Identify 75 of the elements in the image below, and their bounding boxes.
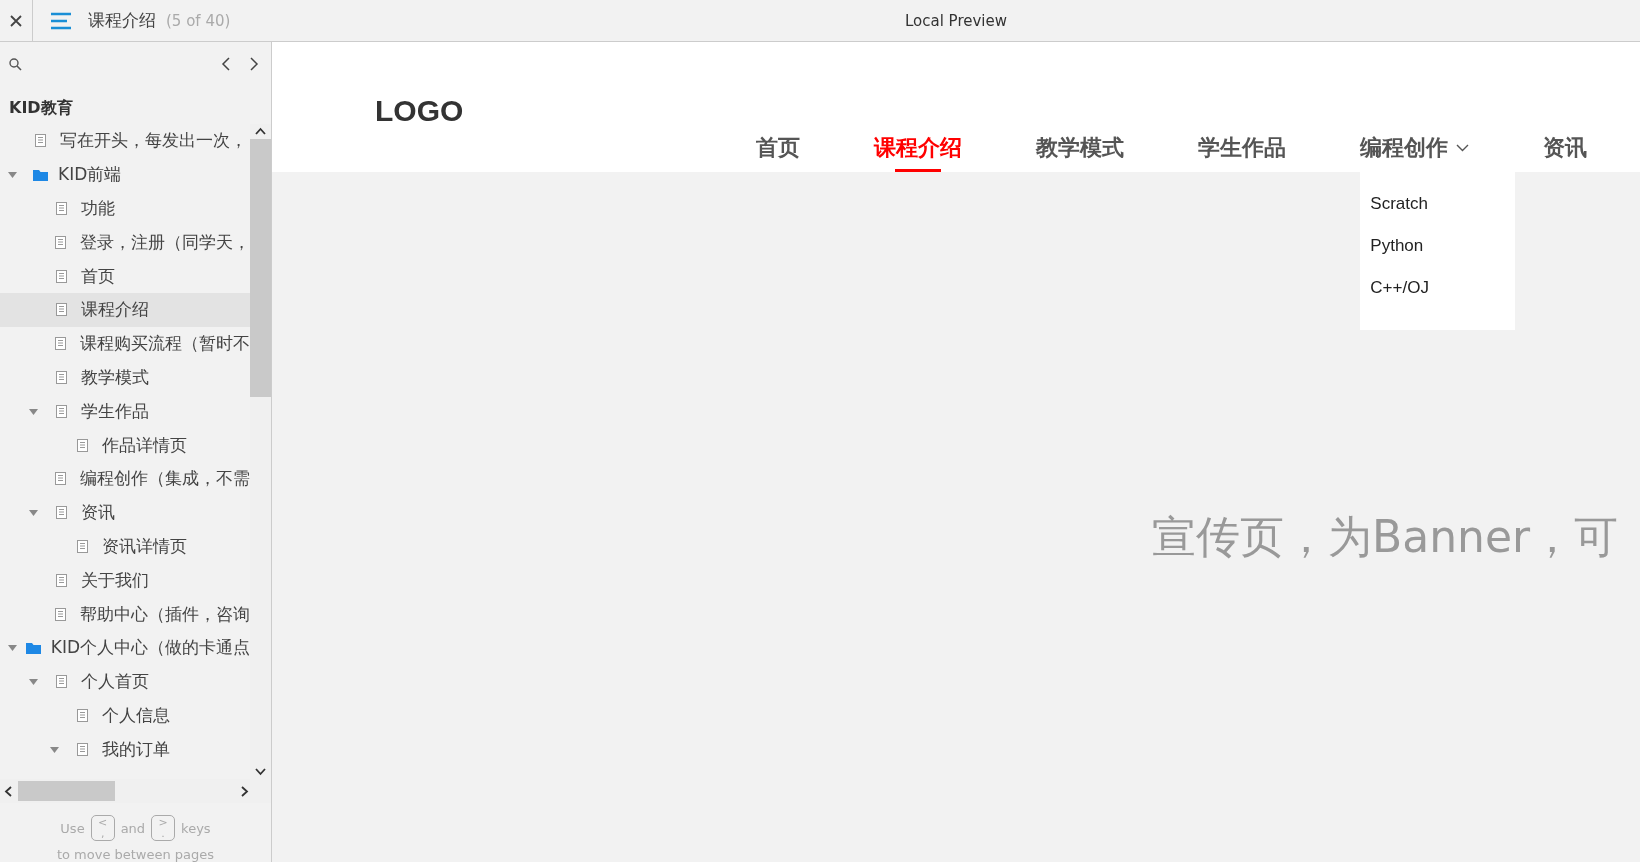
tree-item[interactable]: 课程购买流程（暂时不	[0, 326, 250, 361]
tree-item[interactable]: 我的订单	[0, 732, 250, 767]
close-icon	[10, 14, 22, 27]
dropdown-item[interactable]: Python	[1360, 234, 1516, 276]
page-icon	[55, 337, 66, 351]
page-title: 课程介绍	[88, 9, 156, 32]
tree-item[interactable]: 教学模式	[0, 360, 250, 395]
expand-arrow-icon[interactable]	[29, 508, 38, 518]
tree-item[interactable]: 关于我们	[0, 563, 250, 598]
tree-item[interactable]: 编程创作（集成，不需	[0, 461, 250, 496]
preview-label: Local Preview	[904, 11, 1007, 30]
menu-button[interactable]	[50, 11, 72, 30]
tree-item[interactable]: 登录，注册（同学天，	[0, 225, 250, 260]
keyboard-key: < ,	[90, 815, 115, 841]
tree-item[interactable]: 个人首页	[0, 664, 250, 699]
folder-icon	[25, 641, 41, 654]
page-icon	[56, 370, 67, 384]
keyboard-key: > .	[151, 815, 176, 841]
page-icon	[56, 675, 67, 689]
nav-link[interactable]: 资讯	[1543, 133, 1588, 163]
dropdown-item[interactable]: C++/OJ	[1360, 276, 1516, 318]
page-icon	[77, 438, 88, 452]
page-icon	[55, 607, 66, 621]
tree-item[interactable]: 首页	[0, 259, 250, 293]
page-icon	[56, 269, 67, 283]
nav-link[interactable]: 教学模式	[1036, 133, 1125, 163]
expand-arrow-icon[interactable]	[8, 170, 17, 180]
dropdown-item[interactable]: Scratch	[1360, 192, 1516, 234]
hint-text: to move between pages	[55, 847, 216, 862]
tree-item[interactable]: KID个人中心（做的卡通点	[0, 630, 250, 665]
scroll-up-icon[interactable]	[255, 127, 266, 135]
nav-link[interactable]: 学生作品	[1198, 133, 1287, 163]
page-icon	[56, 573, 67, 587]
expand-arrow-icon[interactable]	[50, 744, 59, 754]
tree-item[interactable]: 作品详情页	[0, 428, 250, 462]
folder-icon	[33, 168, 48, 181]
page-icon	[35, 134, 46, 148]
scroll-right-icon[interactable]	[241, 785, 249, 797]
hint-text: Use	[60, 820, 85, 836]
menu-icon	[50, 11, 72, 30]
tree-item[interactable]: 学生作品	[0, 394, 250, 429]
expand-arrow-icon[interactable]	[8, 643, 17, 653]
tree-item[interactable]: 写在开头，每发出一次，	[0, 124, 250, 158]
page-icon	[55, 235, 66, 249]
scroll-down-icon[interactable]	[255, 768, 266, 776]
page-icon	[56, 404, 67, 418]
tree-item[interactable]: 资讯	[0, 495, 250, 530]
page-icon	[56, 202, 67, 215]
tree-item[interactable]: 课程介绍	[0, 293, 250, 327]
page-counter: (5 of 40)	[166, 11, 231, 30]
tree-item[interactable]: 个人信息	[0, 698, 250, 733]
nav-link[interactable]: 首页	[756, 133, 801, 163]
page-icon	[56, 303, 67, 317]
expand-arrow-icon[interactable]	[29, 406, 38, 416]
page-icon	[77, 708, 88, 722]
tree-item[interactable]: 帮助中心（插件，咨询	[0, 597, 250, 631]
hint-text: keys	[181, 820, 211, 836]
nav-link[interactable]: 课程介绍	[874, 133, 963, 163]
next-page-icon[interactable]	[249, 57, 259, 71]
previous-page-icon[interactable]	[221, 57, 231, 71]
page-icon	[77, 742, 88, 756]
page-icon	[77, 539, 88, 553]
tree-item[interactable]: KID前端	[0, 157, 250, 192]
tree-item[interactable]: 资讯详情页	[0, 529, 250, 564]
hint-text: and	[120, 820, 146, 836]
nav-link[interactable]: 编程创作	[1360, 133, 1470, 163]
banner-text: 宣传页，为Banner，可	[1152, 511, 1619, 562]
search-icon[interactable]	[9, 57, 22, 71]
page-icon	[55, 472, 66, 486]
page-icon	[56, 506, 67, 520]
logo-text: LOGO	[375, 94, 464, 129]
scroll-left-icon[interactable]	[4, 785, 12, 797]
expand-arrow-icon[interactable]	[29, 677, 38, 687]
project-title: KID教育	[8, 97, 74, 119]
tree-item[interactable]: 功能	[0, 191, 250, 226]
